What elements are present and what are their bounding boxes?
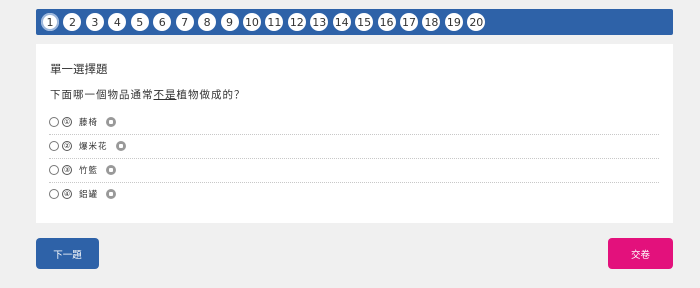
speaker-icon[interactable]: [106, 189, 117, 199]
question-number-9[interactable]: 9: [220, 13, 239, 31]
question-number-6[interactable]: 6: [153, 13, 172, 31]
question-text: 下面哪一個物品通常不是植物做成的？: [50, 87, 246, 102]
question-number-15[interactable]: 15: [355, 13, 374, 31]
option-3-number: ③: [62, 165, 72, 175]
question-number-11[interactable]: 11: [265, 13, 284, 31]
option-1-number: ①: [62, 117, 72, 127]
next-question-button[interactable]: 下一題: [36, 238, 99, 269]
question-number-8[interactable]: 8: [198, 13, 217, 31]
question-number-1[interactable]: 1: [41, 13, 59, 31]
question-number-7[interactable]: 7: [175, 13, 194, 31]
option-row-4[interactable]: ④ 鋁罐: [49, 182, 659, 206]
question-number-18[interactable]: 18: [422, 13, 441, 31]
question-number-16[interactable]: 16: [377, 13, 396, 31]
option-1-text: 藤椅: [79, 118, 99, 128]
option-4-text: 鋁罐: [79, 190, 99, 200]
question-number-14[interactable]: 14: [332, 13, 351, 31]
option-4-number: ④: [62, 189, 72, 199]
submit-exam-button[interactable]: 交卷: [608, 238, 673, 269]
speaker-icon[interactable]: [115, 141, 126, 151]
option-row-2[interactable]: ② 爆米花: [49, 134, 659, 159]
question-type-label: 單一選擇題: [50, 62, 108, 76]
option-3-text: 竹籃: [79, 166, 99, 176]
question-number-17[interactable]: 17: [400, 13, 418, 31]
question-number-20[interactable]: 20: [467, 13, 486, 31]
question-text-after: 植物做成的？: [176, 89, 246, 101]
question-number-bar: 1 2 3 4 5 6 7 8 9 10 11 12 13 14 15 16 1…: [36, 9, 673, 35]
option-1-radio[interactable]: [49, 117, 59, 127]
question-number-19[interactable]: 19: [444, 13, 463, 31]
question-text-before: 下面哪一個物品通常: [50, 89, 154, 101]
option-2-radio[interactable]: [49, 141, 59, 151]
option-3-radio[interactable]: [49, 165, 59, 175]
question-number-13[interactable]: 13: [310, 13, 329, 31]
question-number-3[interactable]: 3: [85, 13, 104, 31]
question-text-underlined: 不是: [153, 89, 177, 101]
question-number-4[interactable]: 4: [108, 13, 127, 31]
option-row-3[interactable]: ③ 竹籃: [49, 158, 659, 183]
question-number-12[interactable]: 12: [287, 13, 306, 31]
question-number-5[interactable]: 5: [130, 13, 149, 31]
option-4-radio[interactable]: [49, 189, 59, 199]
speaker-icon[interactable]: [106, 165, 117, 175]
option-row-1[interactable]: ① 藤椅: [49, 110, 659, 135]
option-2-text: 爆米花: [79, 142, 108, 152]
option-2-number: ②: [62, 141, 72, 151]
question-card: 單一選擇題 下面哪一個物品通常不是植物做成的？ ① 藤椅 ② 爆米花 ③ 竹籃 …: [36, 44, 673, 223]
question-number-2[interactable]: 2: [63, 13, 82, 31]
speaker-icon[interactable]: [106, 117, 117, 127]
question-number-10[interactable]: 10: [242, 13, 261, 31]
